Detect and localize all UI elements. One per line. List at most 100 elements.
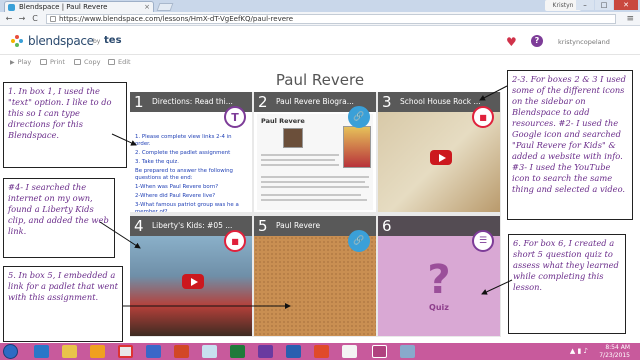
direction-line: 1-When was Paul Revere born? xyxy=(135,184,219,190)
direction-line: 2. Complete the padlet assignment xyxy=(135,150,231,156)
play-button[interactable]: ▶ Play xyxy=(10,58,31,66)
quiz-question-mark-icon: ? xyxy=(427,257,451,303)
video-type-icon: ■ xyxy=(472,106,494,128)
copy-icon xyxy=(74,59,81,65)
direction-line: 2-Where did Paul Revere live? xyxy=(135,193,216,199)
direction-line: 3. Take the quiz. xyxy=(135,159,179,165)
reload-button[interactable]: C xyxy=(30,14,40,24)
tile-4-video[interactable]: 4 Liberty's Kids: #05 ... ■ xyxy=(130,216,252,336)
tile-1-directions: 1. Please complete view links 2-4 in ord… xyxy=(135,134,247,212)
copy-button[interactable]: Copy xyxy=(74,58,101,66)
url-field[interactable]: https://www.blendspace.com/lessons/HmX-d… xyxy=(46,14,616,24)
tile-title: Directions: Read thi... xyxy=(152,97,233,106)
tile-title: Paul Revere xyxy=(276,221,321,230)
media-player-icon[interactable] xyxy=(90,345,105,358)
print-label: Print xyxy=(50,58,65,66)
tile-number: 3 xyxy=(382,93,392,111)
print-button[interactable]: Print xyxy=(40,58,65,66)
video-type-icon: ■ xyxy=(224,230,246,252)
tile-number: 1 xyxy=(134,93,144,111)
file-explorer-icon[interactable] xyxy=(62,345,77,358)
blendspace-logo-icon[interactable] xyxy=(10,34,24,48)
text-line xyxy=(261,194,361,196)
text-line xyxy=(261,164,339,166)
close-window-button[interactable]: ✕ xyxy=(614,0,638,10)
word-icon[interactable] xyxy=(146,345,161,358)
windows-taskbar: ▲ ▮ ♪ 8:54 AM 7/23/2015 xyxy=(0,343,640,360)
tile-number: 5 xyxy=(258,217,268,235)
text-line xyxy=(261,154,339,156)
back-button[interactable]: ← xyxy=(4,14,14,24)
copy-label: Copy xyxy=(84,58,101,66)
lock-icon xyxy=(50,16,56,22)
media-app-icon[interactable] xyxy=(314,345,329,358)
tile-2-website[interactable]: Paul Revere 2 Paul Revere Biogra... 🔗 xyxy=(254,92,376,212)
tile-5-padlet[interactable]: 5 Paul Revere 🔗 xyxy=(254,216,376,336)
text-line xyxy=(261,176,369,178)
callout-box-1: 1. In box 1, I used the "text" option. I… xyxy=(3,82,127,168)
edit-button[interactable]: Edit xyxy=(108,58,131,66)
system-tray-icons[interactable]: ▲ ▮ ♪ xyxy=(570,347,588,355)
brand-by: by xyxy=(93,38,101,45)
partner-logo: tes xyxy=(104,35,122,46)
preview-title: Paul Revere xyxy=(261,117,305,125)
print-icon xyxy=(40,59,47,65)
callout-box-6: 6. For box 6, I created a short 5 questi… xyxy=(508,234,626,334)
new-tab-button[interactable] xyxy=(156,3,174,11)
tile-3-video[interactable]: 3 School House Rock ... ■ xyxy=(378,92,500,212)
notepad-icon[interactable] xyxy=(342,345,357,358)
tile-title: Liberty's Kids: #05 ... xyxy=(152,221,233,230)
snipping-tool-icon[interactable] xyxy=(400,345,415,358)
help-icon[interactable]: ? xyxy=(531,35,543,47)
favorite-heart-icon[interactable]: ♥ xyxy=(506,35,517,49)
chrome-icon[interactable] xyxy=(118,345,133,358)
tile-1-text[interactable]: 1 Directions: Read thi... T 1. Please co… xyxy=(130,92,252,212)
play-icon: ▶ xyxy=(10,58,15,66)
lesson-tile-grid: 1 Directions: Read thi... T 1. Please co… xyxy=(130,92,501,337)
link-type-icon: 🔗 xyxy=(348,106,370,128)
browser-menu-icon[interactable]: ≡ xyxy=(626,14,634,24)
text-line xyxy=(261,159,335,161)
blendspace-favicon-icon xyxy=(8,4,15,11)
youtube-play-icon[interactable] xyxy=(182,274,204,289)
website-preview: Paul Revere xyxy=(257,114,373,210)
text-line xyxy=(261,186,369,188)
youtube-play-icon[interactable] xyxy=(430,150,452,165)
onenote-icon[interactable] xyxy=(258,345,273,358)
book-cover-image xyxy=(343,126,371,168)
clock-time: 8:54 AM xyxy=(605,344,630,351)
powerpoint-icon[interactable] xyxy=(174,345,189,358)
browser-tab-strip: Blendspace | Paul Revere × Kristyn – □ ✕ xyxy=(0,0,640,12)
minimize-button[interactable]: – xyxy=(576,0,594,10)
chrome-active-icon[interactable] xyxy=(372,345,387,358)
edit-icon xyxy=(108,59,115,65)
brand-name[interactable]: blendspace xyxy=(28,34,94,48)
publisher-icon[interactable] xyxy=(286,345,301,358)
app-header: blendspace by tes ♥ ? kristyncopeland xyxy=(0,27,640,55)
quiz-label: Quiz xyxy=(429,303,449,312)
text-type-icon: T xyxy=(224,106,246,128)
start-button[interactable] xyxy=(3,344,18,359)
tile-title: School House Rock ... xyxy=(400,97,481,106)
tab-close-icon[interactable]: × xyxy=(144,2,150,12)
forward-button[interactable]: → xyxy=(17,14,27,24)
username-link[interactable]: kristyncopeland xyxy=(558,38,610,46)
lesson-toolbar: ▶ Play Print Copy Edit xyxy=(0,56,640,70)
portrait-image xyxy=(283,128,303,148)
internet-explorer-icon[interactable] xyxy=(34,345,49,358)
excel-icon[interactable] xyxy=(230,345,245,358)
edit-label: Edit xyxy=(118,58,131,66)
tile-number: 2 xyxy=(258,93,268,111)
address-bar-row: ← → C https://www.blendspace.com/lessons… xyxy=(0,12,640,26)
paint-icon[interactable] xyxy=(202,345,217,358)
clock-date: 7/23/2015 xyxy=(599,351,630,359)
maximize-button[interactable]: □ xyxy=(595,0,613,10)
direction-line: 3-What famous patriot group was he a mem… xyxy=(135,202,239,212)
callout-box-4: #4- I searched the internet on my own, f… xyxy=(3,178,115,258)
taskbar-clock[interactable]: 8:54 AM 7/23/2015 xyxy=(599,344,630,359)
tab-title: Blendspace | Paul Revere xyxy=(19,3,108,11)
tile-6-quiz[interactable]: 6 ☰ ? Quiz xyxy=(378,216,500,336)
direction-line: 1. Please complete view links 2-4 in ord… xyxy=(135,134,232,147)
browser-tab[interactable]: Blendspace | Paul Revere × xyxy=(4,1,154,12)
play-label: Play xyxy=(17,58,32,66)
